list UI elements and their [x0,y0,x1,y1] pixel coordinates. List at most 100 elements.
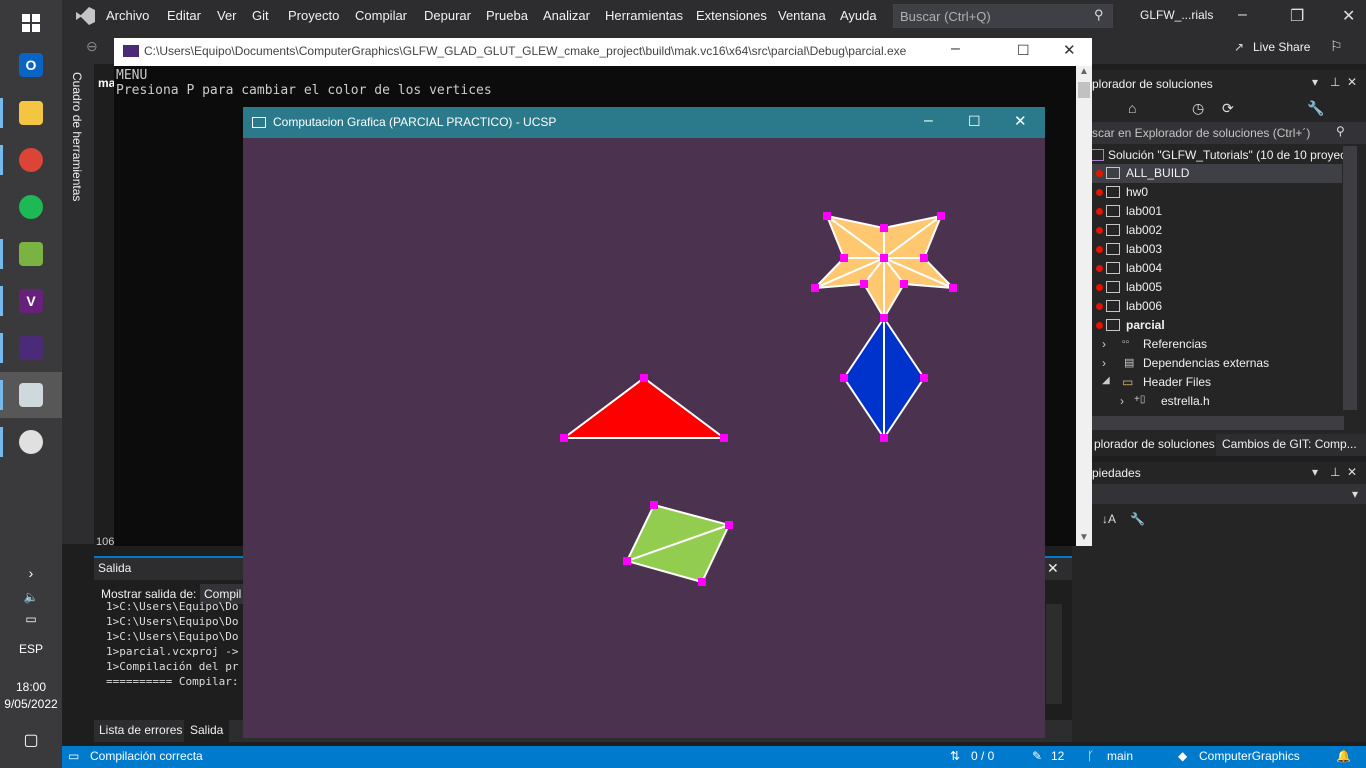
chevron-right-icon[interactable]: › [1102,356,1106,370]
toolbox-strip[interactable]: Cuadro de herramientas [62,64,94,544]
spotify-icon[interactable] [0,184,62,230]
menu-editar[interactable]: Editar [167,8,201,23]
pin-icon[interactable]: ⊥ [1330,75,1340,89]
menu-depurar[interactable]: Depurar [424,8,471,23]
panel-close-icon[interactable]: ✕ [1347,75,1357,89]
history-icon[interactable]: ◷ [1192,100,1204,117]
battery-icon[interactable]: ▭ [0,612,62,626]
tree-item-header-files[interactable]: ◢ ▭ Header Files [1072,373,1342,392]
pencil-icon[interactable]: ✎ [1032,749,1042,763]
tree-item-all-build[interactable]: ALL_BUILD [1072,164,1342,183]
menu-ventana[interactable]: Ventana [778,8,826,23]
gl-canvas[interactable] [243,138,1045,738]
wrench-icon[interactable]: 🔧 [1307,100,1324,117]
tree-item-hw0[interactable]: hw0 [1072,183,1342,202]
output-scrollbar[interactable] [1046,604,1062,704]
properties-object-select[interactable]: ▾ [1090,484,1366,504]
menu-analizar[interactable]: Analizar [543,8,590,23]
maximize-icon[interactable]: ☐ [1017,42,1030,59]
branch-icon[interactable]: ᚴ [1087,749,1094,763]
wrench-icon[interactable]: 🔧 [1130,512,1145,526]
bell-icon[interactable]: 🔔 [1336,749,1351,763]
tree-item-lab003[interactable]: lab003 [1072,240,1342,259]
tree-item-lab001[interactable]: lab001 [1072,202,1342,221]
pin-icon[interactable]: ⊥ [1330,465,1340,479]
console-titlebar[interactable]: C:\Users\Equipo\Documents\ComputerGraphi… [114,38,1092,66]
notepad-icon[interactable] [0,231,62,277]
clock-date[interactable]: 9/05/2022 [0,697,62,711]
search-input[interactable]: Buscar (Ctrl+Q) ⚲ [893,4,1113,28]
language-indicator[interactable]: ESP [0,642,62,656]
chevron-right-icon[interactable]: › [0,565,62,581]
menu-compilar[interactable]: Compilar [355,8,407,23]
scroll-thumb[interactable] [1078,82,1090,98]
tree-item-dependencias[interactable]: › ▤ Dependencias externas [1072,354,1342,373]
solution-search-input[interactable]: scar en Explorador de soluciones (Ctrl+´… [1090,122,1366,144]
close-icon[interactable]: ✕ [1014,112,1027,130]
chevron-down-icon[interactable]: ◢ [1102,375,1110,386]
close-icon[interactable]: ✕ [1342,6,1355,26]
editor-tab-fragment[interactable]: ma [98,76,115,90]
minimize-icon[interactable]: – [924,112,933,130]
file-explorer-icon[interactable] [0,90,62,136]
toolbox-label[interactable]: Cuadro de herramientas [70,72,84,201]
chevron-right-icon[interactable]: › [1102,337,1106,351]
repo-icon[interactable]: ◆ [1178,749,1187,763]
gl-app-icon[interactable] [0,372,62,418]
tree-item-lab004[interactable]: lab004 [1072,259,1342,278]
tree-item-lab005[interactable]: lab005 [1072,278,1342,297]
windows-start-icon[interactable] [0,0,62,46]
chevron-right-icon[interactable]: › [1120,394,1124,408]
solution-root[interactable]: Solución "GLFW_Tutorials" (10 de 10 proy… [1072,146,1356,165]
panel-close-icon[interactable]: ✕ [1347,465,1357,479]
tree-item-lab002[interactable]: lab002 [1072,221,1342,240]
clock-time[interactable]: 18:00 [0,680,62,694]
paint-icon[interactable] [0,419,62,465]
tree-item-estrella-h[interactable]: › +▯ estrella.h [1072,392,1342,411]
restore-icon[interactable]: ❐ [1290,6,1304,26]
menu-git[interactable]: Git [252,8,269,23]
tree-item-referencias[interactable]: › ▫▫ Referencias [1072,335,1342,354]
close-icon[interactable]: ✕ [1063,41,1076,59]
live-share-button[interactable]: Live Share [1253,40,1310,54]
vertical-scrollbar[interactable] [1343,146,1357,410]
tab-output[interactable]: Salida [184,720,230,742]
tree-item-parcial[interactable]: parcial [1072,316,1342,335]
horizontal-scrollbar[interactable] [1090,416,1344,430]
volume-icon[interactable]: 🔈 [0,590,62,604]
status-edits[interactable]: 12 [1051,749,1064,763]
menu-prueba[interactable]: Prueba [486,8,528,23]
scroll-down-icon[interactable]: ▼ [1079,532,1089,543]
gl-window-titlebar[interactable]: Computacion Grafica (PARCIAL PRACTICO) -… [243,107,1045,138]
console-scrollbar[interactable]: ▲ ▼ [1076,66,1092,546]
menu-herramientas[interactable]: Herramientas [605,8,683,23]
status-branch[interactable]: main [1107,749,1133,763]
sync-icon[interactable]: ⇅ [950,749,960,763]
tree-item-lab006[interactable]: lab006 [1072,297,1342,316]
menu-ver[interactable]: Ver [217,8,237,23]
visual-studio-icon[interactable]: V [0,278,62,324]
maximize-icon[interactable]: ☐ [968,113,981,130]
live-share-icon[interactable]: ↗ [1234,40,1244,54]
refresh-icon[interactable]: ⟳ [1222,100,1234,117]
menu-extensiones[interactable]: Extensiones [696,8,767,23]
scroll-up-icon[interactable]: ▲ [1079,66,1089,77]
outlook-icon[interactable]: O [0,42,62,88]
home-icon[interactable]: ⌂ [1128,100,1136,116]
feedback-icon[interactable]: ⚐ [1330,38,1343,55]
minimize-icon[interactable]: – [1238,6,1247,24]
sort-alpha-icon[interactable]: ↓A [1102,512,1116,526]
status-changes[interactable]: 0 / 0 [971,749,994,763]
dropdown-icon[interactable]: ▾ [1312,465,1318,479]
menu-ayuda[interactable]: Ayuda [840,8,877,23]
notification-icon[interactable]: ▢ [0,730,62,750]
minimize-icon[interactable]: – [951,40,960,58]
menu-proyecto[interactable]: Proyecto [288,8,339,23]
back-icon[interactable]: ⊖ [86,38,98,55]
tab-solution-explorer[interactable]: plorador de soluciones [1090,434,1216,456]
menu-archivo[interactable]: Archivo [106,8,149,23]
tab-error-list[interactable]: Lista de errores [99,723,182,737]
status-repo[interactable]: ComputerGraphics [1199,749,1300,763]
tab-git-changes[interactable]: Cambios de GIT: Comp... [1222,437,1357,451]
console-icon[interactable] [0,325,62,371]
